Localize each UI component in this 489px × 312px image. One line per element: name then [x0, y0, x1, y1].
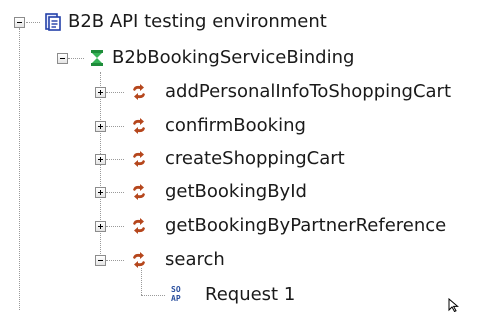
tree-branch-binding [68, 58, 84, 59]
expand-toggle-op5[interactable] [95, 221, 106, 232]
tree-branch-root [26, 22, 40, 23]
svg-text:SO: SO [171, 285, 181, 294]
operation-icon [130, 117, 148, 135]
tree-branch-request [141, 295, 165, 296]
operation-label[interactable]: search [165, 246, 225, 274]
expand-toggle-binding[interactable] [57, 53, 68, 64]
tree-branch-op3 [106, 159, 124, 160]
root-node-label[interactable]: B2B API testing environment [68, 8, 327, 36]
operation-icon [130, 83, 148, 101]
operation-icon [130, 251, 148, 269]
expand-toggle-op3[interactable] [95, 154, 106, 165]
expand-toggle-op6[interactable] [95, 255, 106, 266]
tree-guide-root [19, 28, 20, 310]
expand-toggle-op2[interactable] [95, 121, 106, 132]
tree-branch-op1 [106, 92, 124, 93]
svg-text:AP: AP [171, 294, 181, 303]
tree-guide-search [141, 268, 142, 295]
request-node-label[interactable]: Request 1 [205, 281, 295, 309]
tree-branch-op5 [106, 226, 124, 227]
operation-label[interactable]: getBookingById [165, 178, 307, 206]
operation-label[interactable]: addPersonalInfoToShoppingCart [165, 78, 451, 106]
operation-label[interactable]: getBookingByPartnerReference [165, 212, 446, 240]
binding-node-label[interactable]: B2bBookingServiceBinding [112, 44, 354, 72]
operation-icon [130, 217, 148, 235]
operation-icon [130, 183, 148, 201]
expand-toggle-op1[interactable] [95, 87, 106, 98]
expand-toggle-root[interactable] [14, 17, 25, 28]
interface-binding-icon [88, 49, 106, 67]
project-tree: B2B API testing environment B2bBookingSe… [0, 0, 489, 310]
project-icon [44, 13, 62, 31]
operation-label[interactable]: createShoppingCart [165, 145, 345, 173]
operation-label[interactable]: confirmBooking [165, 112, 306, 140]
expand-toggle-op4[interactable] [95, 187, 106, 198]
soap-request-icon: SO AP [170, 284, 188, 303]
tree-branch-op4 [106, 192, 124, 193]
tree-branch-op6 [106, 260, 124, 261]
operation-icon [130, 150, 148, 168]
tree-branch-op2 [106, 126, 124, 127]
